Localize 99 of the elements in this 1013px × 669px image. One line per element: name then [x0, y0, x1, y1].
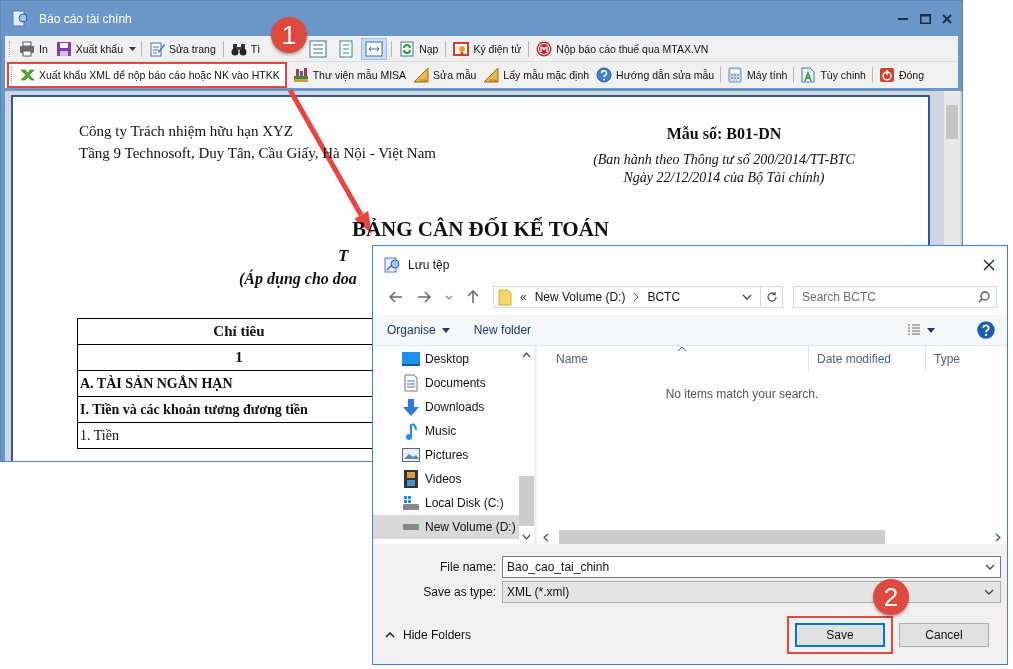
drive-icon [403, 496, 419, 510]
document-icon [404, 374, 418, 392]
back-button[interactable] [387, 289, 405, 305]
dialog-title: Lưu tệp [408, 257, 450, 272]
layout-button[interactable] [361, 37, 388, 60]
window-title: Báo cáo tài chính [39, 11, 132, 26]
cancel-button[interactable]: Cancel [899, 623, 989, 647]
layout-icon [337, 39, 356, 58]
breadcrumb-item[interactable]: BCTC [647, 290, 681, 304]
chevron-down-icon [742, 294, 752, 300]
scope-note: (Áp dụng cho doa [239, 270, 357, 287]
chevron-right-icon [633, 293, 640, 301]
hide-folders-button[interactable]: Hide Folders [385, 628, 472, 642]
search-field[interactable]: Search BCTC [793, 286, 997, 308]
toolbar-button[interactable]: In [16, 38, 51, 59]
toolbar-button[interactable]: Nộp báo cáo thuế qua MTAX.VN [533, 38, 712, 59]
download-arrow-icon [403, 398, 419, 416]
toolbar-button[interactable]: Sửa trang [146, 38, 219, 59]
calculator-icon [727, 67, 744, 83]
dropdown-button[interactable] [128, 44, 138, 53]
drive-icon [403, 524, 419, 530]
scroll-left-icon [543, 532, 549, 542]
scrollbar-thumb[interactable] [559, 530, 885, 544]
layout-icon [365, 39, 384, 58]
toolbar-button[interactable]: Xuất khẩu [52, 38, 127, 59]
field-label: File name: [438, 559, 497, 574]
printer-icon [19, 40, 35, 57]
address-bar[interactable]: « New Volume (D:) BCTC [493, 286, 783, 308]
search-icon [978, 291, 990, 303]
sort-caret-icon [677, 346, 687, 352]
toolbar-button[interactable]: Máy tính [724, 65, 791, 85]
edit-document-icon [149, 40, 166, 57]
books-icon [292, 67, 309, 83]
toolbar-button[interactable]: Xuất khẩu XML để nộp báo cáo hoặc NK vào HTKK [16, 65, 283, 85]
maximize-icon [919, 13, 931, 24]
column-header[interactable]: Type [926, 346, 1007, 372]
film-icon [404, 470, 418, 488]
scroll-down-icon [522, 534, 531, 540]
spreadsheet-icon [19, 67, 35, 83]
toolbar-button[interactable]: Lấy mẫu mặc định [480, 65, 593, 85]
layout-icon [309, 39, 328, 58]
refresh-icon [765, 291, 778, 303]
document-icon [800, 67, 817, 83]
minimize-icon [898, 17, 908, 20]
toolbar-button[interactable]: Đóng [875, 65, 928, 85]
chevron-down-icon [984, 588, 994, 595]
document-subtitle: T [338, 246, 349, 265]
close-icon [983, 258, 995, 271]
desktop-icon [402, 352, 420, 366]
letter-m-icon [536, 40, 553, 57]
file-name-field[interactable]: Bao_cao_tai_chinh [502, 555, 1001, 578]
scrollbar-thumb[interactable] [519, 476, 534, 526]
caret-down-icon [129, 46, 137, 51]
toolbar-button[interactable]: Nạp [396, 38, 442, 59]
breadcrumb-item[interactable]: New Volume (D:) [534, 290, 626, 304]
command-button[interactable]: Organise [381, 321, 456, 339]
folder-icon [498, 288, 512, 306]
chevron-down-icon [985, 563, 995, 570]
overflow-mark[interactable]: « [520, 290, 527, 304]
refresh-icon [399, 40, 416, 57]
toolbar-button[interactable]: Tùy chinh [797, 65, 869, 85]
scroll-up-icon [522, 352, 531, 358]
column-header[interactable]: Date modified [809, 346, 926, 372]
details-view-icon [907, 324, 921, 336]
ruler-triangle-icon [413, 67, 430, 83]
toolbar-button[interactable]: Tì [227, 38, 264, 59]
up-button[interactable] [465, 288, 481, 306]
form-note: Ngày 22/12/2014 của Bộ Tài chính) [622, 169, 826, 187]
toolbar-button[interactable]: Thư viện mẫu MISA [289, 65, 410, 85]
empty-message: No items match your search. [665, 387, 819, 403]
caret-up-icon [385, 632, 395, 638]
field-label: Save as type: [422, 584, 497, 599]
column-header[interactable]: Name [537, 346, 809, 372]
toolbar-button[interactable]: Ký điện tử [450, 38, 525, 59]
picture-icon [402, 448, 420, 462]
help-icon [596, 67, 613, 83]
help-button[interactable] [977, 321, 995, 339]
ruler-triangle-icon [483, 67, 500, 83]
form-note: (Ban hành theo Thông tư số 200/2014/TT-BTC [592, 151, 856, 169]
caret-down-icon [927, 327, 935, 333]
toolbar-button[interactable]: Sửa mẫu [410, 65, 480, 85]
close-icon [942, 13, 952, 24]
music-note-icon [405, 422, 417, 440]
scrollbar-thumb[interactable] [946, 105, 958, 139]
power-icon [878, 67, 895, 83]
company-text: Công ty Trách nhiệm hữu hạn XYZ [79, 123, 293, 139]
nav-item[interactable]: Local Disk (C:) [373, 491, 519, 515]
document-title: BẢNG CÂN ĐỐI KẾ TOÁN [351, 217, 610, 241]
save-button[interactable]: Save [795, 623, 885, 647]
save-file-icon [383, 255, 401, 274]
nav-item[interactable]: New Volume (D:) [373, 515, 519, 539]
nav-item[interactable]: Videos [373, 467, 519, 491]
certificate-icon [453, 40, 470, 57]
forward-button[interactable] [415, 289, 433, 305]
command-button[interactable]: New folder [467, 321, 538, 339]
report-icon [11, 9, 29, 28]
toolbar-button[interactable]: Hướng dẫn sửa mẫu [593, 65, 718, 85]
scroll-right-icon [995, 532, 1001, 542]
form-code: Mẫu số: B01-DN [665, 125, 783, 143]
